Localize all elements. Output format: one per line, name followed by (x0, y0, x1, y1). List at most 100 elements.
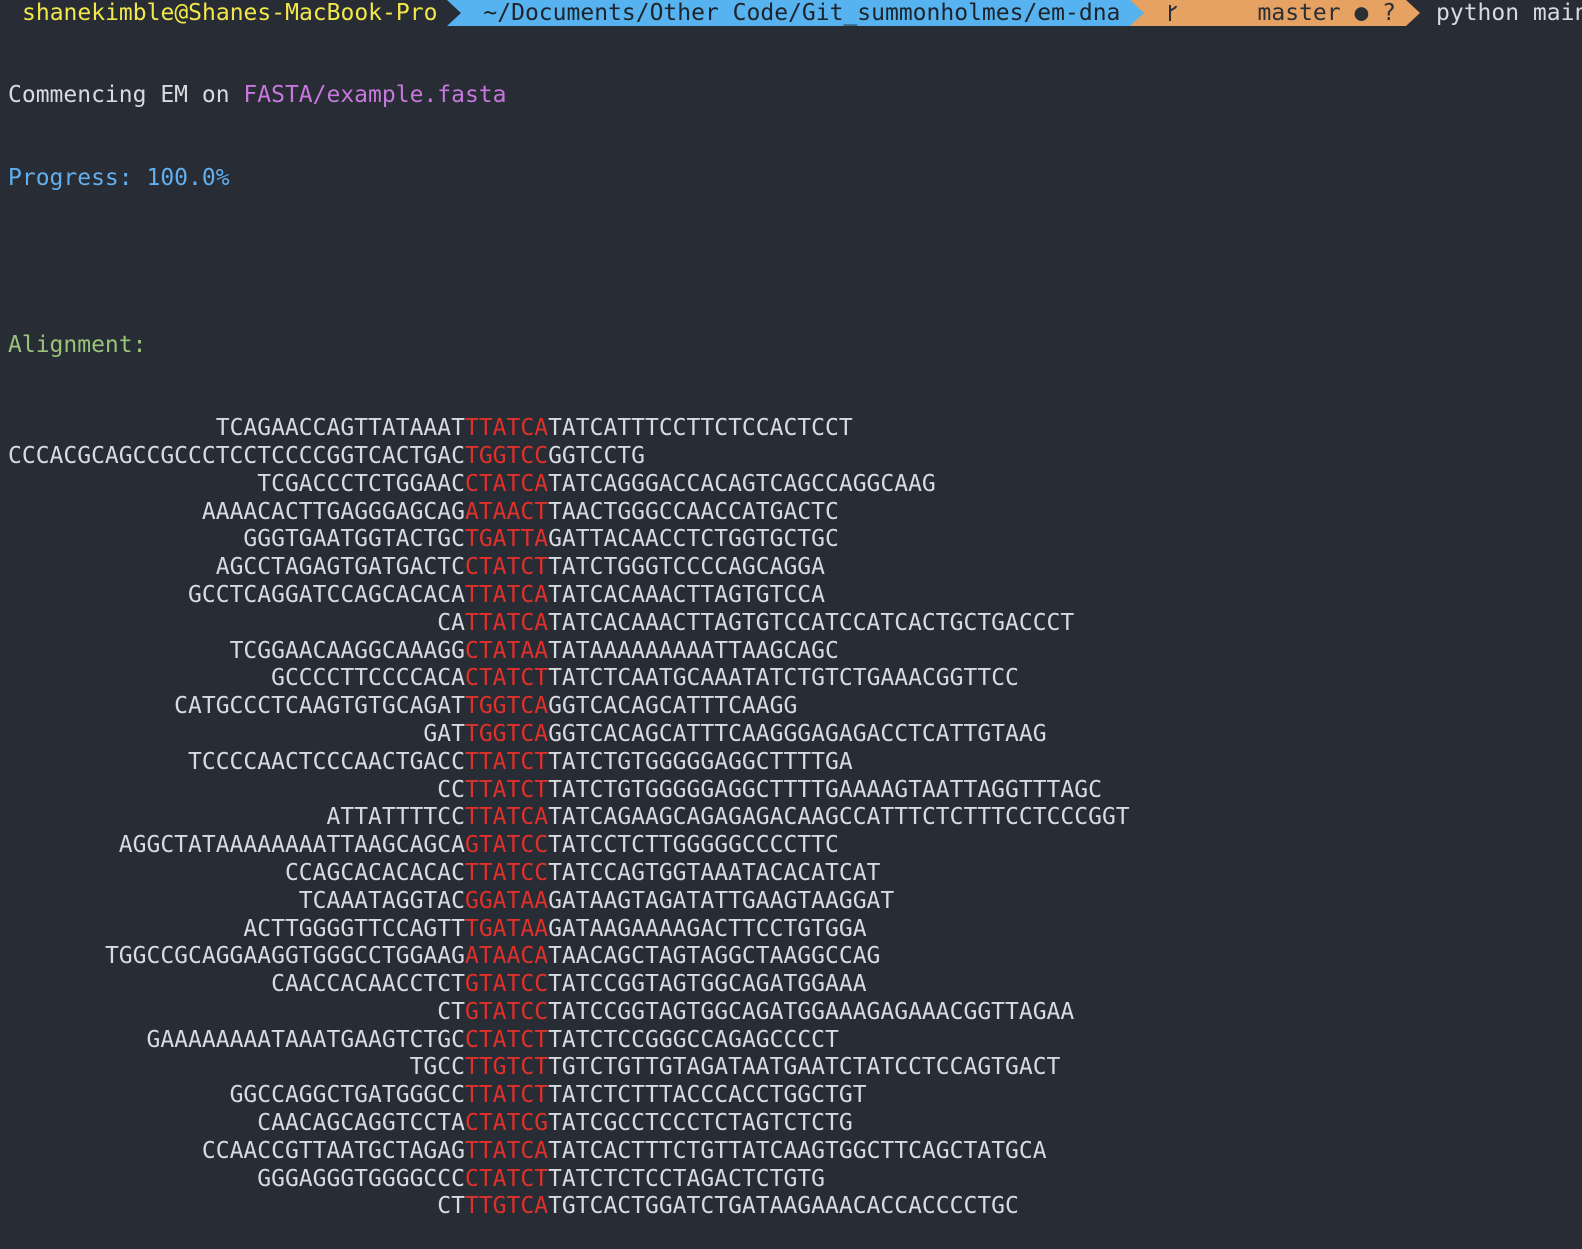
sequence-suffix: GATAAGTAGATATTGAAGTAAGGAT (548, 887, 895, 914)
alignment-row: TCCCCAACTCCCAACTGACCTTATCTTATCTGTGGGGGAG… (8, 749, 1130, 777)
sequence-prefix: ACTTGGGGTTCCAGTT (243, 915, 465, 942)
alignment-indent (8, 804, 327, 830)
sequence-motif: TTATCA (464, 1137, 549, 1164)
alignment-indent (8, 638, 230, 664)
alignment-indent (8, 999, 437, 1025)
alignment-row: GCCTCAGGATCCAGCACACATTATCATATCACAAACTTAG… (8, 582, 1130, 610)
alignment-indent (8, 749, 188, 775)
sequence-prefix: CAACCACAACCTCT (271, 971, 465, 998)
sequence-prefix: CCAACCGTTAATGCTAGAG (201, 1137, 465, 1164)
alignment-row: CCTTATCTTATCTGTGGGGGAGGCTTTTGAAAAGTAATTA… (8, 777, 1130, 805)
sequence-motif: TTATCA (464, 609, 549, 636)
sequence-prefix: TCGGAACAAGGCAAAGG (229, 637, 465, 664)
alignment-row: ACTTGGGGTTCCAGTTTGATAAGATAAGAAAAGACTTCCT… (8, 916, 1130, 944)
alignment-row: AAAACACTTGAGGGAGCAGATAACTTAACTGGGCCAACCA… (8, 499, 1130, 527)
sequence-suffix: TATCCGGTAGTGGCAGATGGAAAGAGAAACGGTTAGAA (548, 998, 1075, 1025)
sequence-suffix: GATAAGAAAAGACTTCCTGTGGA (548, 915, 867, 942)
sequence-motif: CTATAA (464, 637, 549, 664)
prompt-user-host: shanekimble@Shanes-MacBook-Pro (0, 0, 448, 26)
sequence-suffix: TATCACAAACTTAGTGTCCATCCATCACTGCTGACCCT (548, 609, 1075, 636)
sequence-suffix: TATAAAAAAAAATTAAGCAGC (548, 637, 839, 664)
sequence-motif: TTGTCA (464, 1193, 549, 1220)
sequence-prefix: GGGAGGGTGGGGCCC (257, 1165, 465, 1192)
sequence-prefix: CT (437, 998, 465, 1025)
sequence-prefix: CCCACGCAGCCGCCCTCCTCCCCGGTCACTGAC (8, 442, 465, 469)
sequence-suffix: GGTCACAGCATTTCAAGGGAGAGACCTCATTGTAAG (548, 720, 1047, 747)
sequence-motif: GTATCC (464, 832, 549, 859)
prompt-separator-arrow (1130, 0, 1145, 26)
sequence-motif: TGATTA (464, 526, 549, 553)
sequence-motif: ATAACT (464, 498, 549, 525)
alignment-indent (8, 499, 202, 525)
alignment-row: GCCCCTTCCCCACACTATCTTATCTCAATGCAAATATCTG… (8, 665, 1130, 693)
sequence-motif: ATAACA (464, 943, 549, 970)
alignment-row: TCGACCCTCTGGAACCTATCATATCAGGGACCACAGTCAG… (8, 471, 1130, 499)
user-host-text: shanekimble@Shanes-MacBook-Pro (22, 0, 438, 26)
sequence-motif: TTATCT (464, 776, 549, 803)
alignment-indent (8, 1082, 230, 1108)
git-status-indicators: ● ? (1354, 0, 1396, 26)
alignment-indent (8, 1193, 437, 1219)
sequence-motif: GTATCC (464, 998, 549, 1025)
sequence-prefix: CA (437, 609, 465, 636)
alignment-row: GGGTGAATGGTACTGCTGATTAGATTACAACCTCTGGTGC… (8, 526, 1130, 554)
sequence-suffix: TATCTCTTTACCCACCTGGCTGT (548, 1082, 867, 1109)
alignment-row: CAACCACAACCTCTGTATCCTATCCGGTAGTGGCAGATGG… (8, 971, 1130, 999)
alignment-row: CCAACCGTTAATGCTAGAGTTATCATATCACTTTCTGTTA… (8, 1138, 1130, 1166)
alignment-indent (8, 860, 285, 886)
sequence-prefix: TCAAATAGGTAC (298, 887, 465, 914)
alignment-row: CCCACGCAGCCGCCCTCCTCCCCGGTCACTGACTGGTCCG… (8, 443, 1130, 471)
alignment-indent (8, 916, 243, 942)
alignment-indent (8, 526, 243, 552)
alignment-row: AGCCTAGAGTGATGACTCCTATCTTATCTGGGTCCCCAGC… (8, 554, 1130, 582)
alignment-indent (8, 610, 437, 636)
sequence-motif: TGGTCA (464, 720, 549, 747)
sequence-prefix: TCGACCCTCTGGAAC (257, 470, 465, 497)
sequence-suffix: TATCACTTTCTGTTATCAAGTGGCTTCAGCTATGCA (548, 1137, 1047, 1164)
alignment-indent (8, 832, 119, 858)
sequence-motif: GTATCC (464, 971, 549, 998)
sequence-prefix: TGGCCGCAGGAAGGTGGGCCTGGAAG (104, 943, 465, 970)
prompt-command[interactable]: python main.py (1420, 0, 1582, 26)
alignment-indent (8, 554, 216, 580)
sequence-motif: CTATCT (464, 1165, 549, 1192)
sequence-suffix: TATCAGGGACCACAGTCAGCCAGGCAAG (548, 470, 936, 497)
alignment-indent (8, 665, 271, 691)
alignment-row: CAACAGCAGGTCCTACTATCGTATCGCCTCCCTCTAGTCT… (8, 1110, 1130, 1138)
fasta-path: FASTA/example.fasta (243, 81, 507, 108)
git-branch-icon (1166, 0, 1249, 75)
sequence-prefix: CC (437, 776, 465, 803)
sequence-prefix: TCCCCAACTCCCAACTGACC (188, 748, 465, 775)
shell-prompt: shanekimble@Shanes-MacBook-Pro ~/Documen… (0, 0, 1582, 26)
alignment-indent (8, 1054, 410, 1080)
prompt-separator-arrow (1406, 0, 1420, 26)
sequence-suffix: GATTACAACCTCTGGTGCTGC (548, 526, 839, 553)
alignment-indent (8, 1027, 146, 1053)
sequence-motif: TGGTCA (464, 693, 549, 720)
sequence-prefix: CT (437, 1193, 465, 1220)
sequence-motif: TTATCC (464, 859, 549, 886)
alignment-row: TGGCCGCAGGAAGGTGGGCCTGGAAGATAACATAACAGCT… (8, 943, 1130, 971)
alignment-indent (8, 582, 188, 608)
terminal-output: Commencing EM on FASTA/example.fasta Pro… (8, 26, 1130, 1249)
sequence-suffix: TATCACAAACTTAGTGTCCA (548, 581, 826, 608)
sequence-motif: TTATCT (464, 748, 549, 775)
alignment-row: CATTATCATATCACAAACTTAGTGTCCATCCATCACTGCT… (8, 610, 1130, 638)
alignment-row: CTTTGTCATGTCACTGGATCTGATAAGAAACACCACCCCT… (8, 1193, 1130, 1221)
alignment-row: CCAGCACACACACTTATCCTATCCAGTGGTAAATACACAT… (8, 860, 1130, 888)
prompt-git-status: master ● ? (1144, 0, 1406, 26)
sequence-suffix: TATCTCAATGCAAATATCTGTCTGAAACGGTTCC (548, 665, 1019, 692)
alignment-row: AGGCTATAAAAAAAATTAAGCAGCAGTATCCTATCCTCTT… (8, 832, 1130, 860)
progress-value: 100.0% (146, 164, 230, 191)
sequence-suffix: GGTCACAGCATTTCAAGG (548, 693, 798, 720)
alignment-indent (8, 943, 105, 969)
alignment-indent (8, 721, 423, 747)
progress-line: Progress: 100.0% (8, 165, 1130, 193)
sequence-prefix: GCCTCAGGATCCAGCACACA (188, 581, 465, 608)
sequence-motif: TTATCA (464, 804, 549, 831)
sequence-suffix: TATCCGGTAGTGGCAGATGGAAA (548, 971, 867, 998)
sequence-suffix: TATCTGGGTCCCCAGCAGGA (548, 554, 826, 581)
sequence-prefix: GGGTGAATGGTACTGC (243, 526, 465, 553)
sequence-suffix: TATCTGTGGGGGAGGCTTTTGAAAAGTAATTAGGTTTAGC (548, 776, 1102, 803)
sequence-motif: CTATCA (464, 470, 549, 497)
